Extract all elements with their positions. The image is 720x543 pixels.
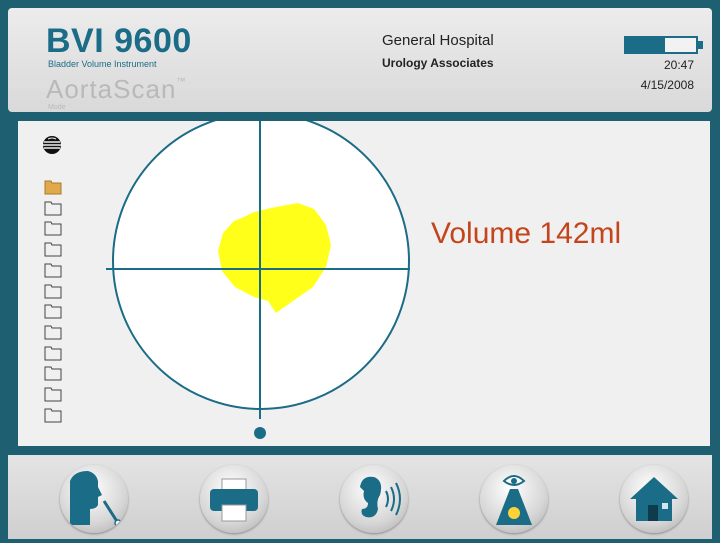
battery-tip — [698, 41, 703, 49]
clinic-name: Urology Associates — [382, 56, 494, 70]
sound-button[interactable] — [340, 465, 408, 533]
battery-indicator — [624, 36, 704, 58]
scan-view — [106, 121, 410, 439]
mode-name: AortaScan™ — [46, 74, 185, 105]
brand-subtitle: Bladder Volume Instrument — [48, 59, 157, 69]
voice-button[interactable] — [60, 465, 128, 533]
brand-title: BVI 9600 — [46, 22, 192, 60]
clock-time: 20:47 — [663, 58, 694, 72]
battery-fill — [626, 38, 665, 52]
printer-icon — [210, 478, 258, 522]
mode-label: Mode — [48, 104, 66, 111]
volume-readout: Volume 142ml — [431, 217, 622, 250]
bottom-toolbar — [8, 455, 712, 539]
eye-light-icon — [496, 475, 532, 525]
scan-panel: Volume 142ml — [18, 121, 710, 446]
probe-position-dot — [254, 427, 266, 439]
header-bar: BVI 9600 Bladder Volume Instrument Aorta… — [8, 8, 712, 112]
house-icon — [630, 477, 678, 521]
trademark-symbol: ™ — [176, 76, 186, 86]
speaking-head-icon — [70, 471, 122, 527]
print-button[interactable] — [200, 465, 268, 533]
aim-button[interactable] — [480, 465, 548, 533]
mode-name-text: AortaScan — [46, 74, 177, 104]
hospital-name: General Hospital — [382, 32, 494, 49]
home-button[interactable] — [620, 465, 688, 533]
ear-icon — [360, 476, 401, 518]
clock-date: 4/15/2008 — [640, 78, 694, 92]
